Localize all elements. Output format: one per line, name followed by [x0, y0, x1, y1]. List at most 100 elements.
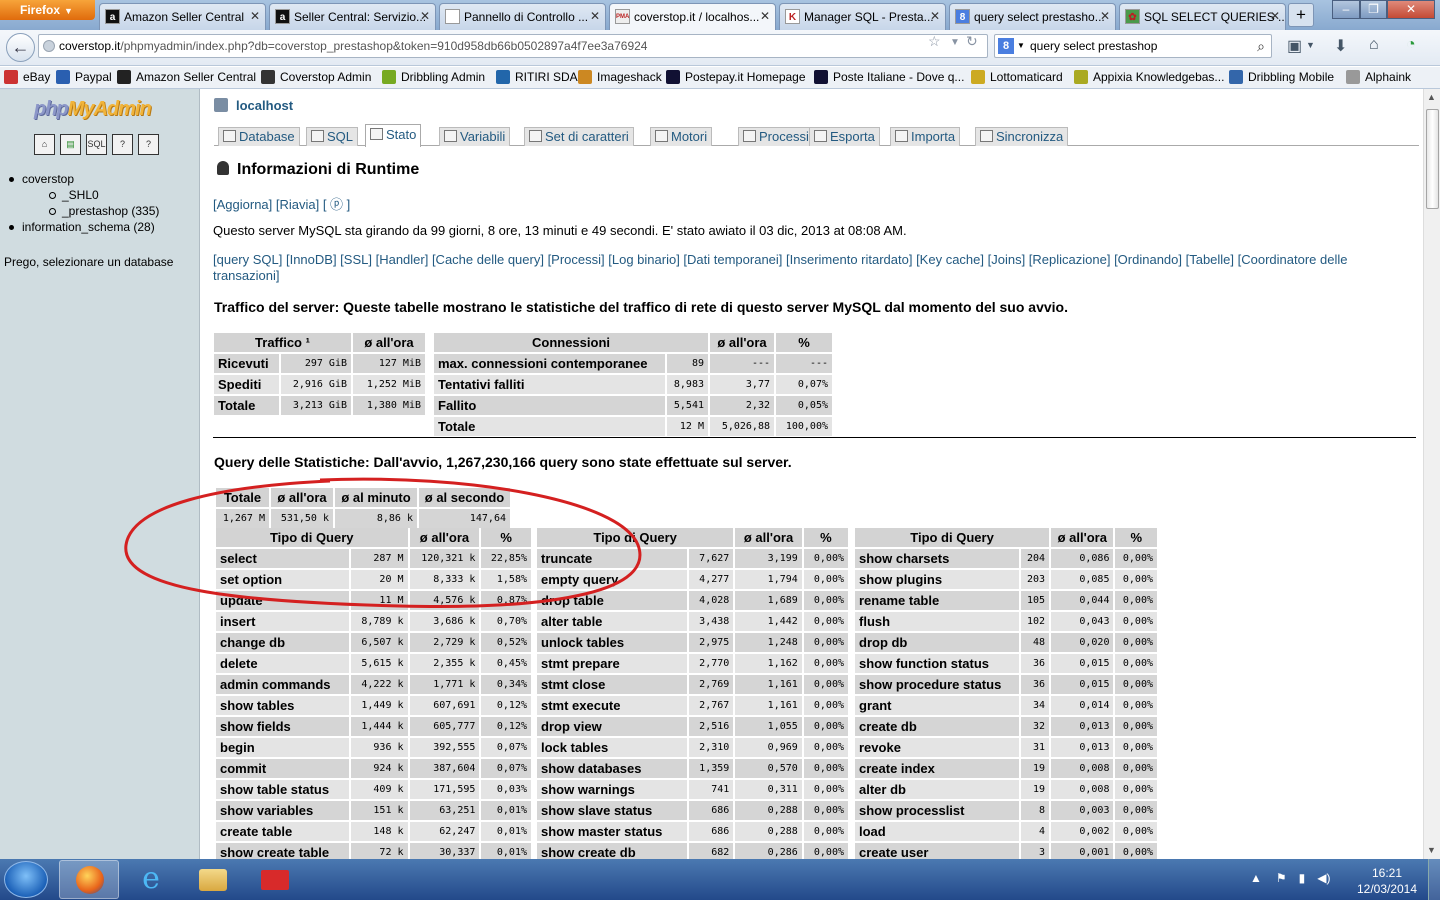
back-button[interactable]: ←	[6, 33, 35, 62]
bookmark-item[interactable]: Amazon Seller Central	[117, 70, 256, 84]
volume-icon[interactable]: ◀)	[1317, 871, 1330, 885]
table-cell: 0,00%	[803, 738, 848, 757]
taskbar-explorer[interactable]	[183, 860, 243, 899]
bookmark-item[interactable]: Paypal	[56, 70, 112, 84]
browser-tab[interactable]: Pannello di Controllo ... ✕	[439, 3, 606, 30]
exit-icon[interactable]: ▤	[60, 134, 81, 155]
bookmark-item[interactable]: Dribbling Admin	[382, 70, 485, 84]
close-tab-icon[interactable]: ✕	[930, 9, 940, 23]
tab-stato[interactable]: Stato	[365, 124, 422, 147]
close-tab-icon[interactable]: ✕	[1270, 9, 1280, 23]
server-breadcrumb[interactable]: localhost	[214, 98, 293, 113]
tab-esporta[interactable]: Esporta	[809, 127, 880, 146]
url-bar[interactable]: coverstop.it/phpmyadmin/index.php?db=cov…	[38, 34, 988, 58]
chevron-down-icon[interactable]: ▼	[1017, 35, 1025, 57]
home-icon[interactable]: ⌂	[1369, 36, 1379, 54]
taskbar-mail[interactable]	[245, 860, 305, 899]
home-icon[interactable]: ⌂	[34, 134, 55, 155]
status-section-links[interactable]: [query SQL] [InnoDB] [SSL] [Handler] [Ca…	[213, 252, 1403, 284]
search-icon[interactable]: ⌕	[1257, 35, 1265, 57]
firefox-menu-button[interactable]: Firefox ▼	[0, 0, 95, 20]
tab-label: query select prestasho...	[974, 10, 1105, 24]
close-tab-icon[interactable]: ✕	[760, 9, 770, 23]
new-tab-button[interactable]: +	[1288, 3, 1314, 27]
sql-icon[interactable]: SQL	[86, 134, 107, 155]
tray-expand-icon[interactable]: ▲	[1250, 871, 1262, 885]
network-icon[interactable]: ▮	[1299, 871, 1306, 885]
start-button[interactable]	[4, 861, 48, 898]
help-icon[interactable]: ?	[138, 134, 159, 155]
bookmark-item[interactable]: Poste Italiane - Dove q...	[814, 70, 964, 84]
bookmark-item[interactable]: Lottomaticard	[971, 70, 1063, 84]
scroll-down-icon[interactable]: ▼	[1427, 845, 1436, 855]
browser-tab[interactable]: PMA coverstop.it / localhos... ✕	[609, 3, 776, 30]
minimize-button[interactable]: –	[1332, 0, 1360, 19]
bookmarks-menu-icon[interactable]: ▣	[1287, 36, 1302, 56]
sync-icon[interactable]: ◔	[1406, 36, 1416, 54]
close-tab-icon[interactable]: ✕	[1100, 9, 1110, 23]
tab-set-di-caratteri[interactable]: Set di caratteri	[524, 127, 634, 146]
scrollbar-thumb[interactable]	[1426, 109, 1439, 209]
show-desktop-button[interactable]	[1428, 859, 1440, 900]
bookmark-label: Postepay.it Homepage	[685, 70, 806, 84]
bookmark-item[interactable]: Alphaink	[1346, 70, 1411, 84]
refresh-reset-links[interactable]: [Aggiorna] [Riavia] [ ⓟ ]	[213, 194, 350, 213]
table-cell: 105	[1020, 591, 1050, 610]
table-row: Traffico ¹ø all'ora	[214, 333, 425, 352]
taskbar-clock[interactable]: 16:21 12/03/2014	[1352, 865, 1422, 897]
tab-motori[interactable]: Motori	[650, 127, 713, 146]
search-bar[interactable]: 8 ▼ query select prestashop ⌕	[994, 34, 1272, 58]
bookmark-item[interactable]: Coverstop Admin	[261, 70, 371, 84]
bookmark-item[interactable]: eBay	[4, 70, 50, 84]
bookmark-item[interactable]: Postepay.it Homepage	[666, 70, 806, 84]
close-tab-icon[interactable]: ✕	[250, 9, 260, 23]
table-row: commit 924 k 387,604 0,07%	[216, 759, 531, 778]
table-cell: 0,00%	[803, 780, 848, 799]
flag-icon[interactable]: ⚑	[1276, 871, 1287, 885]
table-cell: 5,026,88	[710, 417, 774, 436]
close-window-button[interactable]: ✕	[1387, 0, 1435, 19]
bookmark-item[interactable]: Imageshack	[578, 70, 662, 84]
tab-label: Sincronizza	[996, 129, 1064, 144]
taskbar-firefox[interactable]	[59, 860, 119, 899]
bookmark-favicon	[1074, 70, 1088, 84]
tab-processi[interactable]: Processi	[738, 127, 814, 146]
close-tab-icon[interactable]: ✕	[590, 9, 600, 23]
browser-tab[interactable]: a Amazon Seller Central ✕	[99, 3, 266, 30]
table-row: Totale 3,213 GiB 1,380 MiB	[214, 396, 425, 415]
reload-icon[interactable]: ↻	[966, 33, 978, 50]
phpmyadmin-logo[interactable]: phpMyAdmin	[34, 98, 152, 121]
table-cell: 0,288	[735, 801, 802, 820]
browser-tab[interactable]: 8 query select prestasho... ✕	[949, 3, 1116, 30]
table-cell: empty query	[537, 570, 688, 589]
close-tab-icon[interactable]: ✕	[420, 9, 430, 23]
tab-sincronizza[interactable]: Sincronizza	[975, 127, 1069, 146]
db-item-coverstop[interactable]: coverstop	[8, 171, 159, 187]
tab-database[interactable]: Database	[218, 127, 300, 146]
bookmark-item[interactable]: Appixia Knowledgebas...	[1074, 70, 1224, 84]
chevron-down-icon[interactable]: ▼	[950, 37, 960, 48]
bookmark-item[interactable]: Dribbling Mobile	[1229, 70, 1334, 84]
taskbar-internet-explorer[interactable]: e	[121, 860, 181, 899]
download-icon[interactable]: ⬇	[1334, 36, 1347, 56]
bookmark-star-icon[interactable]: ☆	[928, 33, 941, 50]
site-identity-icon[interactable]	[43, 40, 55, 52]
tab-importa[interactable]: Importa	[890, 127, 961, 146]
tab-variabili[interactable]: Variabili	[439, 127, 511, 146]
table-row: create table 148 k 62,247 0,01%	[216, 822, 531, 841]
db-item-information-schema[interactable]: information_schema (28)	[8, 219, 159, 235]
browser-tab[interactable]: a Seller Central: Servizio... ✕	[269, 3, 436, 30]
scroll-up-icon[interactable]: ▲	[1427, 92, 1436, 102]
db-item-shl0[interactable]: _SHL0	[8, 187, 159, 203]
browser-tab[interactable]: ✿ SQL SELECT QUERIES ... ✕	[1119, 3, 1286, 30]
browser-tab[interactable]: K Manager SQL - Presta... ✕	[779, 3, 946, 30]
table-row: revoke 31 0,013 0,00%	[855, 738, 1157, 757]
maximize-button[interactable]: ❐	[1360, 0, 1387, 19]
bookmark-item[interactable]: RITIRI SDA	[496, 70, 578, 84]
docs-icon[interactable]: ?	[112, 134, 133, 155]
tab-sql[interactable]: SQL	[306, 127, 359, 146]
vertical-scrollbar[interactable]: ▲ ▼	[1423, 89, 1440, 859]
db-item-prestashop[interactable]: _prestashop (335)	[8, 203, 159, 219]
chevron-down-icon[interactable]: ▼	[1306, 40, 1315, 50]
search-engine-icon[interactable]: 8	[998, 38, 1014, 54]
